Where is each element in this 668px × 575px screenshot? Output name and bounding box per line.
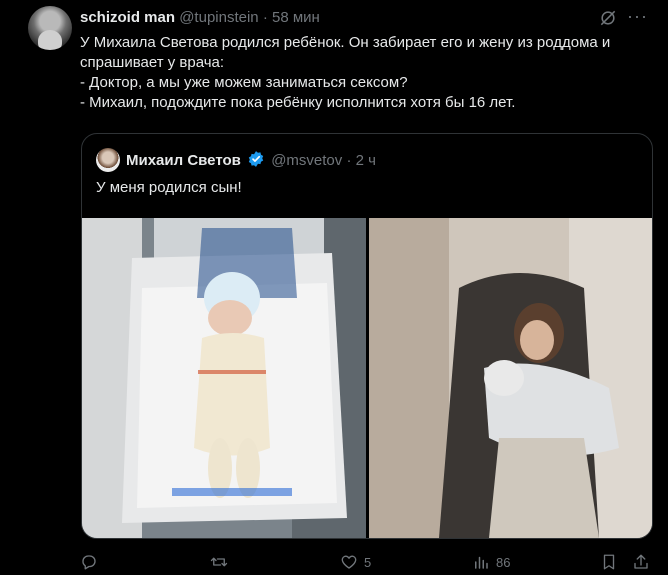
tweet-time[interactable]: 58 мин [272, 9, 320, 26]
bookmark-icon [603, 554, 615, 570]
tweet-actions: 5 86 [80, 552, 650, 572]
tweet-header: schizoid man @tupinstein · 58 мин [80, 8, 320, 28]
quote-author-avatar[interactable] [96, 148, 120, 172]
newborn-in-bassinet-photo[interactable] [82, 218, 366, 538]
retweet-icon [210, 557, 228, 567]
quoted-tweet[interactable]: Михаил Светов @msvetov · 2 ч У меня роди… [81, 133, 653, 539]
share-button[interactable] [632, 552, 650, 572]
reply-button[interactable] [80, 552, 104, 572]
views-count: 86 [496, 554, 511, 570]
reply-icon [82, 555, 96, 570]
author-name[interactable]: schizoid man [80, 9, 175, 26]
quote-author-name[interactable]: Михаил Светов [126, 152, 241, 169]
father-holding-baby-photo[interactable] [369, 218, 652, 538]
verified-badge-icon [248, 151, 264, 167]
like-icon [341, 555, 357, 569]
author-avatar[interactable] [28, 6, 72, 50]
quote-time-separator: · [346, 152, 352, 169]
tweet-text: У Михаила Светова родился ребёнок. Он за… [80, 33, 660, 113]
views-button[interactable]: 86 [472, 552, 510, 572]
tweet-line: - Михаил, подождите пока ребёнку исполни… [80, 94, 516, 111]
tweet-line: - Доктор, а мы уже можем заниматься секс… [80, 74, 408, 91]
quote-time[interactable]: 2 ч [356, 152, 376, 169]
share-icon [634, 554, 648, 569]
views-icon [475, 556, 488, 569]
like-button[interactable]: 5 [340, 552, 371, 572]
tweet-line: У Михаила Светова родился ребёнок. Он за… [80, 34, 611, 51]
grok-icon[interactable] [598, 8, 618, 28]
quote-author-handle[interactable]: @msvetov [271, 152, 342, 169]
bookmark-button[interactable] [600, 552, 618, 572]
time-separator: · [262, 9, 268, 26]
author-handle[interactable]: @tupinstein [179, 9, 258, 26]
quote-header: Михаил Светов @msvetov · 2 ч [126, 150, 376, 171]
retweet-button[interactable] [210, 552, 234, 572]
quote-text: У меня родился сын! [96, 179, 242, 196]
like-count: 5 [364, 554, 372, 570]
tweet-line: спрашивает у врача: [80, 54, 225, 71]
more-icon[interactable]: ··· [627, 6, 648, 27]
